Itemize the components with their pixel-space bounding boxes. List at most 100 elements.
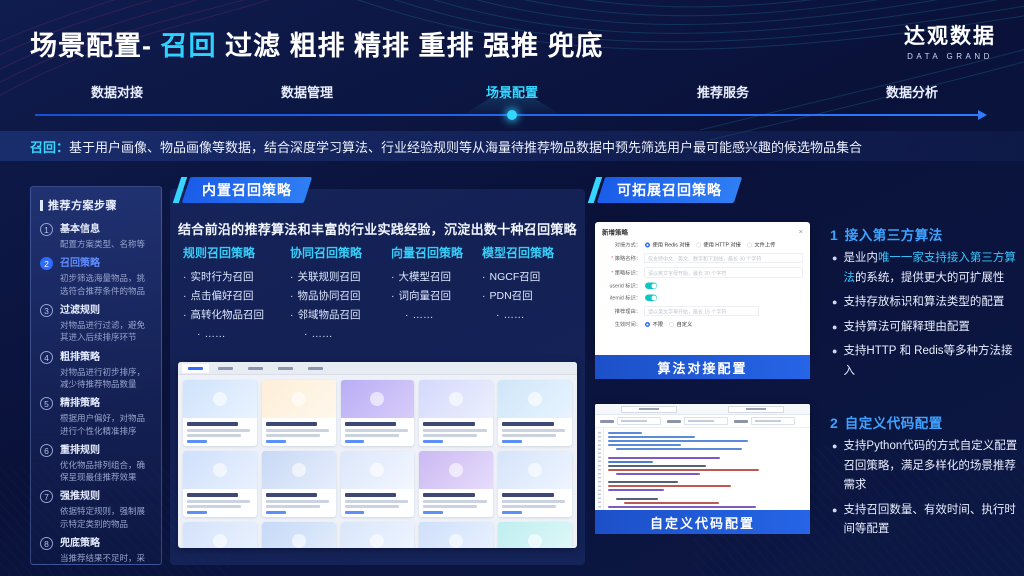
step-fallback-strategy[interactable]: 8 兜底策略 当推荐结果不足时，采用此策略进行补充完善 [40,536,152,565]
step-filter-rules[interactable]: 3 过滤规则 对物品进行过滤，避免其进入后续排序环节 [40,303,152,344]
dialog-row-name: 策略名称： 仅支持中文、英文、数字和下划线，最长 30 个字符 [602,253,803,263]
brand-logo: 达观数据 DATA GRAND [904,20,996,61]
nav-item-recommend-service[interactable]: 推荐服务 [678,82,768,101]
strategy-card[interactable] [341,380,415,446]
strategy-library-screenshot [178,362,577,548]
strategy-card[interactable] [262,522,336,548]
strategy-card[interactable] [262,451,336,517]
bullet-item: ●支持算法可解释理由配置 [830,318,1018,338]
bullet-item: ●支持HTTP 和 Redis等多种方法接入 [830,342,1018,381]
process-nav: 数据对接 数据管理 场景配置 推荐服务 数据分析 [0,80,1024,124]
column-rule-recall: 规则召回策略 实时行为召回 点击偏好召回 高转化物品召回 …… [183,244,290,344]
custom-code-caption: 自定义代码配置 [595,510,810,534]
editor-field-input[interactable] [751,417,795,425]
strategy-card[interactable] [498,380,572,446]
strategy-card[interactable] [183,380,257,446]
strategy-card[interactable] [419,451,493,517]
reason-input[interactable]: 请以英文字母开始，最长 15 个字符 [644,306,759,316]
editor-tab[interactable] [728,406,784,413]
strategy-card[interactable] [498,522,572,548]
card-illustration [419,451,493,489]
slide-canvas: 场景配置- 召回 过滤 粗排 精排 重排 强推 兜底 达观数据 DATA GRA… [0,0,1024,576]
recall-strategy-columns: 规则召回策略 实时行为召回 点击偏好召回 高转化物品召回 …… 协同召回策略 关… [183,244,582,344]
card-illustration [183,380,257,418]
dialog-title: 新增策略 [602,227,628,237]
card-illustration [262,451,336,489]
strategy-card[interactable] [498,451,572,517]
strategy-card[interactable] [183,451,257,517]
userid-toggle[interactable] [645,283,657,290]
strategy-code-input[interactable]: 请以英文字母开始，最长 20 个字符 [644,268,803,278]
section-number: 1 [830,227,838,243]
editor-tab[interactable] [621,406,677,413]
card-illustration [419,522,493,548]
strategy-item: …… [304,325,391,344]
column-vector-recall: 向量召回策略 大模型召回 词向量召回 …… [391,244,482,344]
radio-time-custom[interactable] [669,322,674,327]
grid-tab[interactable] [302,364,329,373]
strategy-item: 物品协同召回 [290,287,391,306]
timeline-arrow-icon [978,110,987,120]
strategy-card[interactable] [262,380,336,446]
editor-field-input[interactable] [617,417,661,425]
dialog-row-method: 对接方式： 使用 Redis 对接 使用 HTTP 对接 文件上传 [602,241,803,249]
editor-field-input[interactable] [684,417,728,425]
strategy-item: NGCF召回 [482,268,582,287]
column-collab-recall: 协同召回策略 关联规则召回 物品协同召回 邻域物品召回 …… [290,244,391,344]
editor-code-area[interactable] [595,428,810,510]
algorithm-connect-caption: 算法对接配置 [595,355,810,379]
strategy-card[interactable] [419,522,493,548]
editor-field-row [595,415,810,428]
nav-item-data-analysis[interactable]: 数据分析 [867,82,957,101]
grid-tab[interactable] [182,364,209,373]
step-basic-info[interactable]: 1 基本信息 配置方案类型、名称等 [40,222,152,250]
nav-item-data-connect[interactable]: 数据对接 [72,82,162,101]
radio-time-unlimited[interactable] [645,322,650,327]
strategy-card[interactable] [419,380,493,446]
close-icon[interactable]: × [799,228,803,236]
brand-logo-en: DATA GRAND [904,52,996,61]
line-number-gutter [595,428,604,510]
itemid-toggle[interactable] [645,295,657,302]
step-force-push-rules[interactable]: 7 强推规则 依据特定规则，强制展示特定类别的物品 [40,489,152,530]
strategy-item: 点击偏好召回 [183,287,290,306]
step-coarse-rank[interactable]: 4 粗排策略 对物品进行初步排序，减少待推荐物品数量 [40,350,152,391]
grid-tab[interactable] [212,364,239,373]
card-illustration [419,380,493,418]
recall-intro-text: 基于用户画像、物品画像等数据，结合深度学习算法、行业经验规则等从海量待推荐物品数… [69,137,862,156]
strategy-item: 高转化物品召回 [183,306,290,325]
nav-item-data-manage[interactable]: 数据管理 [262,82,352,101]
code-lines [608,432,806,510]
bullet-item: ●支持召回数量、有效时间、执行时间等配置 [830,501,1018,540]
builtin-headline: 结合前沿的推荐算法和丰富的行业实践经验，沉淀出数十种召回策略 [170,219,585,238]
step-recall-strategy[interactable]: 2 召回策略 初步筛选海量物品，挑选符合推荐条件的物品 [40,256,152,297]
recall-intro-label: 召回： [30,137,69,156]
code-editor-screenshot [595,404,810,510]
column-model-recall: 模型召回策略 NGCF召回 PDN召回 …… [482,244,582,344]
strategy-grid-tabs [178,362,577,375]
card-illustration [262,380,336,418]
nav-item-scene-config[interactable]: 场景配置 [467,82,557,101]
extensible-recall-badge: 可拓展召回策略 [597,177,742,203]
grid-tab[interactable] [272,364,299,373]
card-illustration [262,522,336,548]
step-rerank-rules[interactable]: 6 重排规则 优化物品排列组合，确保呈现最佳推荐效果 [40,443,152,484]
radio-redis[interactable] [645,242,650,247]
strategy-item: PDN召回 [482,287,582,306]
dialog-row-time: 生效时间： 不限 自定义 [602,321,803,329]
bullet-item: ●是业内唯一一家支持接入第三方算法的系统，提供更大的可扩展性 [830,249,1018,288]
page-title-accent: 召回 [161,31,217,61]
custom-code-section: 2 自定义代码配置 ●支持Python代码的方式自定义配置召回策略，满足多样化的… [830,412,1018,540]
grid-tab[interactable] [242,364,269,373]
step-fine-rank[interactable]: 5 精排策略 根据用户偏好，对物品进行个性化精准排序 [40,396,152,437]
strategy-name-input[interactable]: 仅支持中文、英文、数字和下划线，最长 30 个字符 [644,253,803,263]
strategy-item: …… [197,325,290,344]
radio-file-upload[interactable] [747,242,752,247]
strategy-card[interactable] [341,451,415,517]
strategy-card[interactable] [183,522,257,548]
section-number: 2 [830,415,838,431]
strategy-card[interactable] [341,522,415,548]
timeline-active-dot [507,110,517,120]
strategy-item: 词向量召回 [391,287,482,306]
radio-http[interactable] [696,242,701,247]
